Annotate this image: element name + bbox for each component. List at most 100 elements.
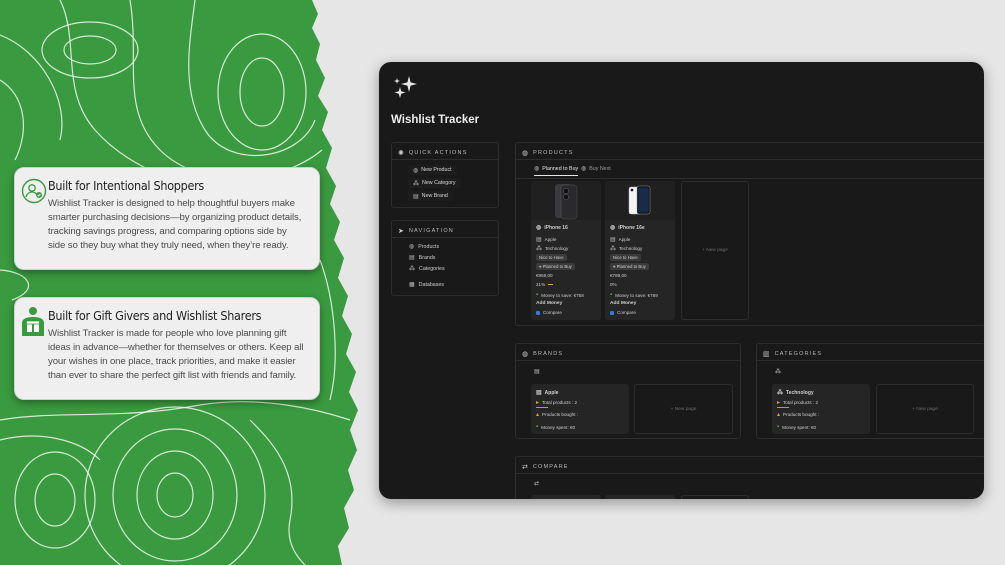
product-image: [531, 181, 601, 220]
progress-bar: [548, 284, 554, 285]
app-window: Wishlist Tracker ✺ QUICK ACTIONS ◍ New Pr…: [379, 62, 984, 499]
total-bar: [536, 407, 548, 408]
categories-heading: CATEGORIES: [774, 351, 823, 357]
status-badge: ⌖ Planned to Buy: [610, 263, 649, 270]
divider: [392, 237, 498, 238]
feature-description: Wishlist Tracker is made for people who …: [48, 328, 304, 381]
new-page-button[interactable]: + New page: [681, 181, 749, 320]
priority-badge: Nice to Have: [610, 254, 641, 261]
tag-icon: ▸: [777, 400, 781, 406]
brands-panel: ◍ BRANDS ▤ ▤ Apple ▸ Total products : 2 ▴ P…: [515, 343, 741, 439]
quick-actions-header: ✺ QUICK ACTIONS: [398, 149, 468, 157]
product-card[interactable]: ◍ iPhone 16 ▤ Apple ⁂ Technology Nice to Ha…: [531, 181, 601, 320]
brand-icon: ▤: [413, 193, 419, 200]
tab-label: Buy Next: [589, 165, 611, 172]
saving-value: Money to save: €789: [615, 292, 658, 298]
nav-item-products[interactable]: ◍ Products: [409, 243, 439, 251]
product-name-row: ◍ iPhone 16e: [610, 224, 645, 232]
brand-value: Apple: [618, 237, 631, 242]
compare-heading: COMPARE: [532, 464, 569, 470]
category-card[interactable]: ⁂ Technology ▸ Total products : 2 ▴ Product…: [772, 384, 870, 434]
promo-stage: Built for Intentional Shoppers Wishlist …: [0, 0, 1005, 565]
brands-header: ◍ BRANDS: [522, 350, 563, 358]
add-money-button[interactable]: Add Money: [610, 301, 636, 306]
status-badge: ⌖ Planned to Buy: [536, 263, 575, 270]
compare-checkbox-row[interactable]: Compare: [536, 310, 562, 315]
checkbox[interactable]: [536, 310, 540, 315]
new-page-button[interactable]: [681, 495, 749, 499]
sparkles-icon: [394, 76, 417, 98]
product-name: iPhone 16e: [618, 224, 645, 231]
compare-card[interactable]: [605, 495, 675, 499]
iphone-16-image: [555, 184, 578, 220]
bag-icon: ▴: [777, 412, 781, 418]
bag-icon: ▴: [536, 412, 540, 418]
add-money-button[interactable]: Add Money: [536, 301, 562, 306]
categories-header: ▥ CATEGORIES: [763, 350, 822, 358]
user-check-icon: [21, 178, 47, 204]
new-category-button[interactable]: ⁂ New Category: [408, 178, 461, 188]
status-value: Planned to Buy: [542, 264, 572, 269]
nav-label: Categories: [419, 265, 445, 272]
nav-item-brands[interactable]: ▤ Brands: [409, 254, 435, 262]
navigation-panel: ➤ NAVIGATION ◍ Products ▤ Brands ⁂ Categori…: [391, 220, 499, 296]
brand-row: ▤ Apple: [536, 236, 556, 243]
checkbox[interactable]: [610, 310, 614, 315]
progress-value: 0%: [610, 282, 617, 287]
compare-card[interactable]: [531, 495, 601, 499]
compare-label: Compare: [543, 310, 562, 315]
button-label: New Brand: [421, 193, 448, 199]
quick-actions-heading: QUICK ACTIONS: [408, 150, 468, 156]
new-page-button[interactable]: + New page: [876, 384, 974, 434]
new-page-label: New page: [916, 406, 938, 412]
product-card[interactable]: ◍ iPhone 16e ▤ Apple ⁂ Technology Nice to H…: [605, 181, 675, 320]
money-icon: ▪: [536, 424, 539, 430]
gift-person-icon: [22, 307, 44, 336]
new-brand-button[interactable]: ▤ New Brand: [408, 191, 453, 201]
products-bought: Products bought :: [542, 412, 579, 417]
brand-value: Apple: [544, 237, 557, 242]
tab-planned-to-buy[interactable]: ◍ Planned to Buy: [534, 165, 579, 176]
category-name: Technology: [786, 389, 814, 396]
new-page-label: New page: [674, 406, 697, 412]
product-icon: ◍: [534, 166, 540, 172]
nav-item-categories[interactable]: ⁂ Categories: [409, 265, 445, 273]
product-name-row: ◍ iPhone 16: [536, 224, 568, 232]
category-row: ⁂ Technology: [536, 245, 568, 252]
total-products-row: ▸ Total products : 2: [536, 399, 577, 406]
new-page-button[interactable]: + New page: [634, 384, 733, 434]
compare-checkbox-row[interactable]: Compare: [610, 310, 636, 315]
saving-row: ▪ Money to save: €758: [536, 292, 584, 298]
price-value: €959,00: [536, 273, 553, 278]
money-spent-row: ▪ Money spent: €0: [536, 424, 575, 430]
price-value: €789,00: [610, 273, 627, 278]
total-bar: [777, 407, 789, 408]
category-icon: ⁂: [775, 369, 781, 375]
navigation-heading: NAVIGATION: [408, 228, 454, 234]
brand-icon: ▤: [409, 255, 415, 261]
page-title: Wishlist Tracker: [391, 114, 480, 126]
divider: [516, 473, 984, 474]
product-name: iPhone 16: [544, 224, 568, 231]
category-name-row: ⁂ Technology: [777, 389, 814, 397]
saving-value: Money to save: €758: [541, 292, 584, 298]
category-value: Technology: [545, 246, 569, 251]
nav-item-databases[interactable]: ▦ Databases: [409, 281, 444, 289]
product-icon: ◍: [536, 225, 542, 231]
products-heading: PRODUCTS: [533, 150, 574, 156]
category-icon: ⁂: [409, 266, 415, 272]
product-icon: ◍: [522, 150, 529, 157]
new-product-button[interactable]: ◍ New Product: [408, 165, 457, 175]
tab-buy-next[interactable]: ◍ Buy Next: [581, 165, 611, 173]
saving-row: ▪ Money to save: €789: [610, 292, 658, 298]
brand-name: Apple: [544, 389, 559, 396]
brand-card[interactable]: ▤ Apple ▸ Total products : 2 ▴ Products bou…: [531, 384, 629, 434]
category-row: ⁂ Technology: [610, 245, 642, 252]
brands-heading: BRANDS: [533, 351, 564, 357]
brand-icon: ▤: [534, 369, 540, 375]
brand-name-row: ▤ Apple: [536, 389, 559, 397]
brand-icon: ▤: [536, 237, 542, 243]
products-bought-row: ▴ Products bought :: [777, 411, 819, 418]
tabs-divider: [516, 178, 984, 179]
divider: [516, 159, 984, 160]
